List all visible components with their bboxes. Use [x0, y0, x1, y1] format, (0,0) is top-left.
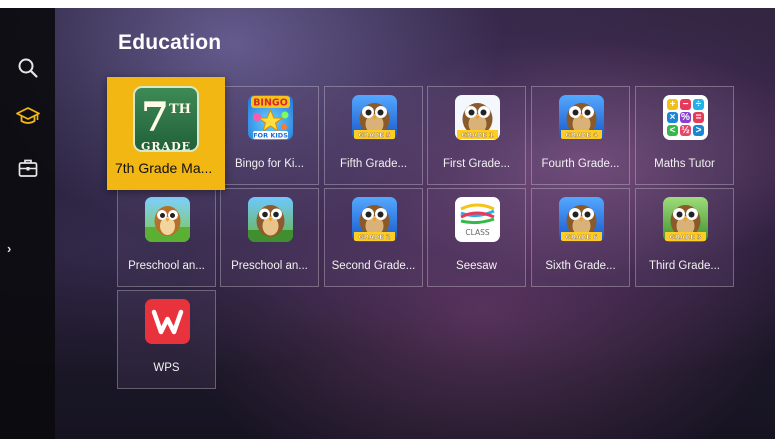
- owl-icon: GRADE 2: [352, 197, 397, 242]
- search-icon: [18, 58, 38, 78]
- app-tile-first-grade[interactable]: GRADE 1 First Grade...: [427, 86, 526, 185]
- app-tile-bingo-for-kids[interactable]: BINGO FOR KIDS Bingo for Ki...: [220, 86, 319, 185]
- seventh-grade-icon: 7TH GRADE: [133, 86, 199, 152]
- svg-text:GRADE 2: GRADE 2: [359, 233, 391, 241]
- app-label: 7th Grade Ma...: [115, 160, 213, 176]
- owl-icon: GRADE 1: [455, 95, 500, 140]
- app-label: Seesaw: [456, 260, 497, 272]
- app-tile-third-grade[interactable]: GRADE 3 Third Grade...: [635, 188, 734, 287]
- expand-sidebar-icon[interactable]: ›: [7, 241, 11, 256]
- bingo-icon: BINGO FOR KIDS: [248, 95, 293, 140]
- app-label: Maths Tutor: [654, 158, 715, 170]
- svg-text:GRADE 4: GRADE 4: [566, 131, 598, 139]
- app-tile-fifth-grade[interactable]: GRADE 5 Fifth Grade...: [324, 86, 423, 185]
- app-tile-wps[interactable]: WPS: [117, 290, 216, 389]
- svg-text:FOR KIDS: FOR KIDS: [253, 132, 288, 140]
- app-label: Fourth Grade...: [541, 158, 620, 170]
- app-tile-7th-grade-math[interactable]: 7TH GRADE 7th Grade Ma...: [107, 77, 225, 190]
- svg-text:BINGO: BINGO: [253, 98, 288, 109]
- svg-text:GRADE 5: GRADE 5: [359, 131, 391, 139]
- toolbox-icon: [18, 159, 37, 177]
- owl-icon: GRADE 4: [559, 95, 604, 140]
- wps-icon: [145, 299, 190, 344]
- app-tile-preschool-1[interactable]: Preschool an...: [117, 188, 216, 287]
- svg-text:CLASS: CLASS: [465, 228, 489, 237]
- app-tile-second-grade[interactable]: GRADE 2 Second Grade...: [324, 188, 423, 287]
- app-tile-seesaw[interactable]: CLASS Seesaw: [427, 188, 526, 287]
- preschool-owl-icon: [145, 197, 190, 242]
- app-label: Preschool an...: [128, 260, 205, 272]
- seesaw-icon: CLASS: [455, 197, 500, 242]
- sidebar-item-tools[interactable]: [0, 148, 55, 188]
- app-label: Sixth Grade...: [545, 260, 616, 272]
- svg-text:GRADE 1: GRADE 1: [462, 131, 494, 139]
- sidebar-item-search[interactable]: [0, 48, 55, 88]
- app-label: Fifth Grade...: [339, 158, 408, 170]
- owl-icon: GRADE 5: [352, 95, 397, 140]
- maths-tutor-icon: + − ÷ × % = < ½ >: [663, 95, 708, 140]
- app-label: WPS: [153, 362, 180, 374]
- app-tile-sixth-grade[interactable]: GRADE 6 Sixth Grade...: [531, 188, 630, 287]
- app-label: Bingo for Ki...: [234, 158, 305, 170]
- preschool-owl-icon: [248, 197, 293, 242]
- app-label: Second Grade...: [331, 260, 416, 272]
- sidebar-item-education[interactable]: [0, 96, 55, 136]
- owl-icon: GRADE 6: [559, 197, 604, 242]
- app-tile-fourth-grade[interactable]: GRADE 4 Fourth Grade...: [531, 86, 630, 185]
- app-label: Third Grade...: [649, 260, 720, 272]
- app-tile-preschool-2[interactable]: Preschool an...: [220, 188, 319, 287]
- top-status-strip: ⌃: [0, 0, 775, 9]
- graduation-cap-icon: [15, 107, 40, 124]
- owl-icon: GRADE 3: [663, 197, 708, 242]
- app-label: Preschool an...: [231, 260, 308, 272]
- svg-text:GRADE 6: GRADE 6: [566, 233, 598, 241]
- page-title: Education: [118, 31, 222, 54]
- app-tile-maths-tutor[interactable]: + − ÷ × % = < ½ > Maths Tutor: [635, 86, 734, 185]
- sidebar: ›: [0, 8, 55, 439]
- app-label: First Grade...: [442, 158, 511, 170]
- svg-text:GRADE 3: GRADE 3: [670, 233, 702, 241]
